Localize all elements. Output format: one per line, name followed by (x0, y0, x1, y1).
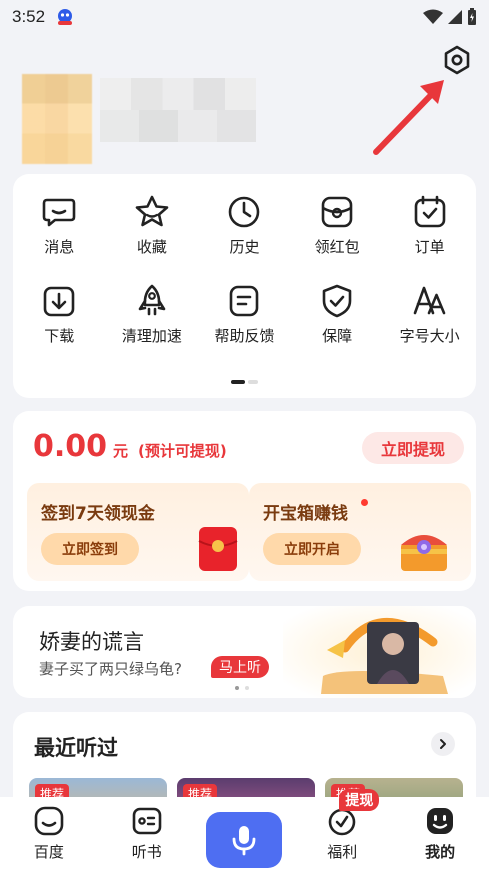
treasure-task-card[interactable]: 开宝箱赚钱 立即开启 (249, 483, 471, 581)
checkin-button[interactable]: 立即签到 (41, 533, 139, 565)
font-size-icon (413, 286, 445, 315)
menu-item-cleanup[interactable]: 清理加速 (106, 283, 199, 346)
earnings-note: (预计可提现) (138, 442, 227, 460)
menu-item-label: 下载 (44, 327, 75, 345)
menu-item-downloads[interactable]: 下载 (13, 283, 106, 346)
battery-icon (468, 8, 476, 25)
pointer-arrow-icon (373, 80, 444, 155)
treasure-chest-icon (401, 535, 447, 571)
baidu-notification-icon (58, 9, 73, 25)
audiobook-icon (132, 807, 161, 835)
red-envelope-icon (198, 527, 238, 571)
recent-title: 最近听过 (34, 736, 118, 760)
banner-cover-art (283, 606, 476, 698)
avatar[interactable] (22, 74, 92, 164)
banner-subtitle: 妻子买了两只绿乌龟? (39, 660, 182, 678)
menu-grid: 消息 收藏 历史 领红包 订单 下载 清理加速 帮助反馈 保障 字号大小 (13, 194, 476, 346)
earnings-summary: 0.00 元 (预计可提现) (33, 429, 227, 464)
bottom-tab-bar: 百度 听书 提现 福利 我的 (0, 789, 489, 869)
menu-item-help-feedback[interactable]: 帮助反馈 (198, 283, 291, 346)
tab-audiobooks[interactable]: 听书 (98, 797, 196, 869)
menu-item-label: 保障 (322, 327, 353, 345)
tab-voice[interactable] (196, 797, 294, 869)
menu-item-label: 字号大小 (399, 327, 460, 345)
menu-item-label: 订单 (414, 238, 445, 256)
menu-grid-card: 消息 收藏 历史 领红包 订单 下载 清理加速 帮助反馈 保障 字号大小 (13, 174, 476, 398)
tab-me[interactable]: 我的 (391, 797, 489, 869)
withdraw-button[interactable]: 立即提现 (362, 432, 464, 464)
shield-icon (322, 284, 352, 318)
menu-item-label: 消息 (44, 238, 75, 256)
earnings-amount: 0.00 (33, 429, 108, 464)
withdraw-badge: 提现 (339, 789, 380, 811)
menu-item-red-packet[interactable]: 领红包 (291, 194, 384, 257)
pager-dot-active (235, 686, 239, 690)
voice-search-button[interactable] (206, 812, 283, 868)
treasure-task-title: 开宝箱赚钱 (263, 504, 348, 524)
wifi-icon (423, 9, 443, 24)
tab-label: 我的 (425, 843, 456, 861)
red-packet-icon (321, 196, 353, 228)
banner-title: 娇妻的谎言 (39, 630, 144, 654)
feedback-icon (230, 285, 259, 317)
checkin-task-card[interactable]: 签到7天领现金 立即签到 (27, 483, 249, 581)
order-icon (414, 195, 445, 228)
chevron-right-icon (440, 739, 446, 749)
open-chest-button[interactable]: 立即开启 (263, 533, 361, 565)
menu-item-favorites[interactable]: 收藏 (106, 194, 199, 257)
menu-item-label: 收藏 (136, 238, 167, 256)
earnings-card: 0.00 元 (预计可提现) 立即提现 签到7天领现金 立即签到 开宝箱赚钱 立… (13, 411, 476, 591)
banner-pager-dots (235, 686, 249, 690)
menu-item-font-size[interactable]: 字号大小 (383, 283, 476, 346)
menu-item-messages[interactable]: 消息 (13, 194, 106, 257)
earnings-unit: 元 (113, 442, 129, 460)
tab-baidu[interactable]: 百度 (0, 797, 98, 869)
pager-dot (245, 686, 249, 690)
pager-dot (248, 380, 258, 384)
menu-item-orders[interactable]: 订单 (383, 194, 476, 257)
tab-label: 福利 (327, 843, 358, 861)
signal-icon (448, 10, 462, 24)
menu-item-label: 历史 (229, 238, 260, 256)
download-icon (43, 286, 75, 317)
star-icon (135, 195, 169, 227)
status-bar: 3:52 (0, 0, 489, 34)
profile-name[interactable] (100, 78, 256, 142)
clock-icon (229, 196, 260, 228)
audiobook-banner[interactable]: 娇妻的谎言 妻子买了两只绿乌龟? 马上听 (13, 606, 476, 698)
notification-dot (361, 499, 368, 506)
recent-more-button[interactable] (431, 732, 455, 756)
menu-pager-dots (231, 380, 258, 384)
pager-dot-active (231, 380, 245, 384)
microphone-icon (233, 826, 256, 856)
message-icon (42, 198, 76, 227)
listen-now-tag[interactable]: 马上听 (211, 656, 269, 678)
tab-label: 听书 (131, 843, 162, 861)
menu-item-label: 帮助反馈 (214, 327, 275, 345)
checkin-task-title: 签到7天领现金 (41, 504, 155, 524)
menu-item-label: 清理加速 (121, 327, 182, 345)
tab-rewards[interactable]: 提现 福利 (293, 789, 391, 869)
rocket-icon (138, 284, 166, 316)
menu-item-protection[interactable]: 保障 (291, 283, 384, 346)
baidu-face-icon (34, 806, 64, 836)
status-time: 3:52 (12, 7, 46, 26)
menu-item-label: 领红包 (314, 238, 360, 256)
tab-label: 百度 (33, 843, 64, 861)
menu-item-history[interactable]: 历史 (198, 194, 291, 257)
profile-face-icon (427, 808, 454, 834)
